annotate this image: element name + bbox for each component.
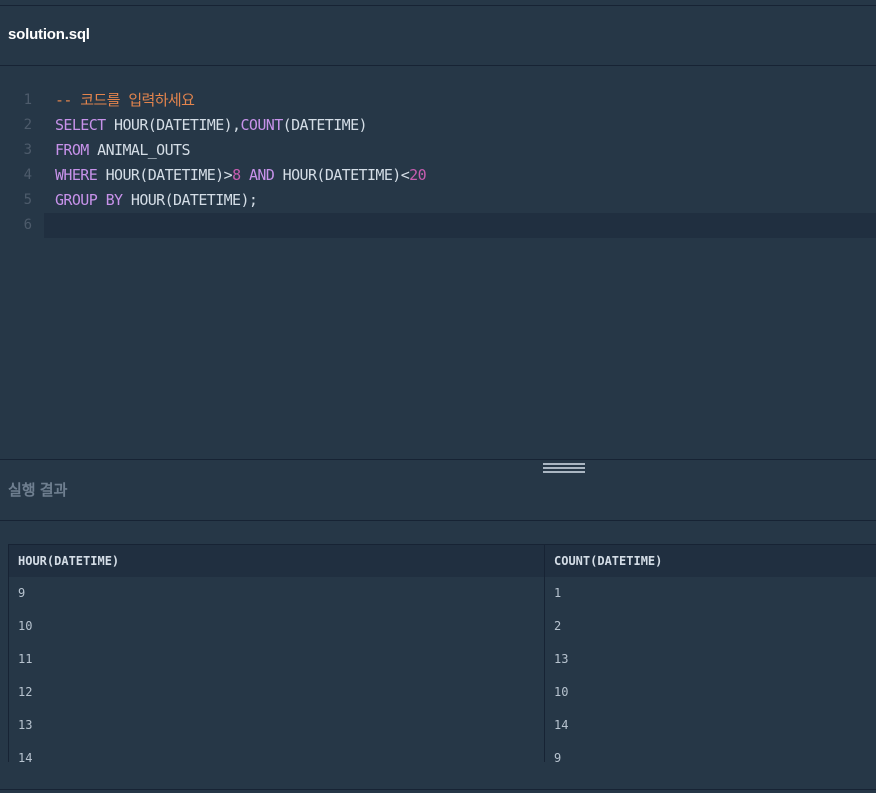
table-row: 14 9 (9, 742, 876, 762)
code-token: HOUR(DATETIME); (122, 191, 258, 209)
code-keyword: FROM (55, 141, 89, 159)
table-cell: 14 (9, 742, 545, 762)
results-panel: 실행 결과 HOUR(DATETIME) COUNT(DATETIME) 9 1… (0, 459, 876, 793)
code-line-active[interactable]: 6 (0, 213, 876, 238)
code-text[interactable]: SELECT HOUR(DATETIME),COUNT(DATETIME) (44, 113, 876, 138)
table-cell: 14 (554, 718, 569, 732)
table-row: 13 14 (9, 709, 876, 743)
code-keyword: SELECT (55, 116, 106, 134)
code-line[interactable]: 1 -- 코드를 입력하세요 (0, 88, 876, 113)
code-text[interactable]: -- 코드를 입력하세요 (44, 88, 876, 113)
table-cell: 12 (9, 676, 545, 709)
line-number: 5 (23, 192, 32, 208)
code-editor[interactable]: 1 -- 코드를 입력하세요 2 SELECT HOUR(DATETIME),C… (0, 66, 876, 459)
code-comment: -- 코드를 입력하세요 (55, 91, 195, 109)
code-token: HOUR(DATETIME), (105, 116, 241, 134)
file-tab-title[interactable]: solution.sql (8, 26, 90, 43)
code-text[interactable]: WHERE HOUR(DATETIME)>8 AND HOUR(DATETIME… (44, 163, 876, 188)
code-token: (DATETIME) (282, 116, 368, 134)
column-header: COUNT(DATETIME) (554, 554, 663, 568)
table-cell: 2 (554, 619, 562, 633)
bottom-border (0, 789, 876, 790)
resize-handle[interactable] (543, 463, 585, 473)
code-line[interactable]: 5 GROUP BY HOUR(DATETIME); (0, 188, 876, 213)
code-text[interactable] (44, 213, 876, 238)
table-row: 11 13 (9, 643, 876, 677)
line-number: 4 (23, 167, 32, 183)
line-number: 2 (23, 117, 32, 133)
code-token: HOUR(DATETIME)> (97, 166, 233, 184)
column-header: HOUR(DATETIME) (9, 545, 545, 578)
table-cell: 13 (554, 652, 569, 666)
line-number: 3 (23, 142, 32, 158)
sql-editor-page: solution.sql 1 -- 코드를 입력하세요 2 SELECT HOU… (0, 0, 876, 793)
table-header-row: HOUR(DATETIME) COUNT(DATETIME) (9, 544, 876, 579)
code-line[interactable]: 4 WHERE HOUR(DATETIME)>8 AND HOUR(DATETI… (0, 163, 876, 188)
code-number: 20 (409, 166, 427, 184)
results-title: 실행 결과 (8, 482, 68, 499)
table-cell: 13 (9, 709, 545, 742)
code-number: 8 (232, 166, 241, 184)
code-line[interactable]: 2 SELECT HOUR(DATETIME),COUNT(DATETIME) (0, 113, 876, 138)
table-cell: 9 (9, 577, 545, 610)
results-divider (0, 520, 876, 521)
table-row: 12 10 (9, 676, 876, 710)
code-text[interactable]: GROUP BY HOUR(DATETIME); (44, 188, 876, 213)
file-header: solution.sql (0, 6, 876, 66)
code-keyword: WHERE (55, 166, 98, 184)
code-keyword: AND (248, 166, 275, 184)
code-token: ANIMAL_OUTS (88, 141, 190, 159)
code-text[interactable]: FROM ANIMAL_OUTS (44, 138, 876, 163)
code-keyword: COUNT (240, 116, 284, 134)
table-cell: 10 (9, 610, 545, 643)
result-table: HOUR(DATETIME) COUNT(DATETIME) 9 1 10 2 … (8, 544, 876, 762)
table-cell: 9 (554, 751, 562, 762)
table-row: 10 2 (9, 610, 876, 644)
line-number: 1 (23, 92, 32, 108)
table-row: 9 1 (9, 577, 876, 611)
table-cell: 11 (9, 643, 545, 676)
table-cell: 1 (554, 586, 562, 600)
table-cell: 10 (554, 685, 569, 699)
line-number: 6 (23, 217, 32, 233)
code-line[interactable]: 3 FROM ANIMAL_OUTS (0, 138, 876, 163)
code-keyword: GROUP BY (55, 191, 123, 209)
code-token: HOUR(DATETIME)< (274, 166, 410, 184)
